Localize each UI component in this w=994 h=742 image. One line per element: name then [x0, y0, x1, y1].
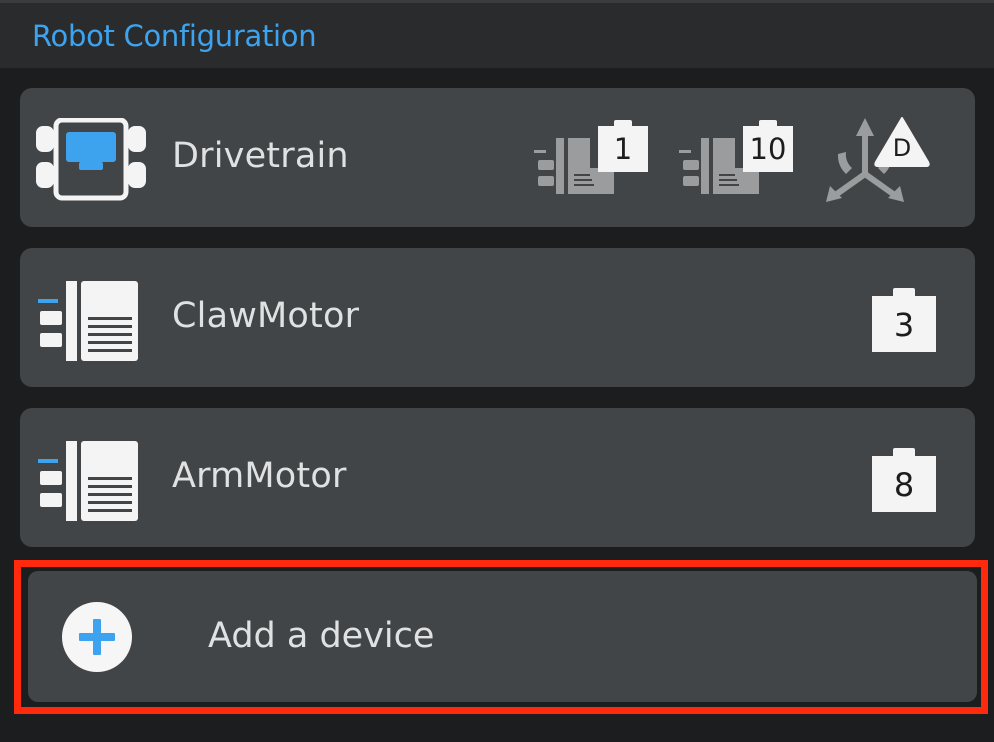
- device-card-drivetrain[interactable]: Drivetrain 1 10 D: [20, 88, 975, 227]
- add-device-button[interactable]: Add a device: [28, 571, 977, 702]
- device-card-clawmotor[interactable]: ClawMotor 3: [20, 248, 975, 387]
- gyro-label: D: [893, 134, 911, 162]
- add-device-highlight: Add a device: [14, 560, 988, 714]
- port-indicator-10: 10: [679, 118, 799, 202]
- header: Robot Configuration: [0, 0, 994, 68]
- page-title: Robot Configuration: [32, 19, 317, 53]
- drivetrain-icon: [36, 118, 146, 201]
- motor-icon: [38, 281, 138, 361]
- gyro-direction-icon: D: [826, 117, 930, 202]
- plus-icon: [62, 602, 132, 672]
- port-number-badge: 8: [872, 448, 936, 512]
- robot-config-app: Robot Configuration Drivetrain 1 10 D Cl…: [0, 0, 994, 742]
- device-name: ArmMotor: [172, 456, 347, 496]
- port-number-badge: 1: [598, 120, 648, 172]
- port-number-badge: 10: [743, 120, 793, 172]
- port-number-badge: 3: [872, 288, 936, 352]
- device-card-armmotor[interactable]: ArmMotor 8: [20, 408, 975, 547]
- add-device-label: Add a device: [208, 616, 435, 656]
- port-indicator-1: 1: [534, 118, 649, 202]
- device-name: Drivetrain: [172, 136, 349, 176]
- device-name: ClawMotor: [172, 296, 360, 336]
- motor-icon: [38, 441, 138, 521]
